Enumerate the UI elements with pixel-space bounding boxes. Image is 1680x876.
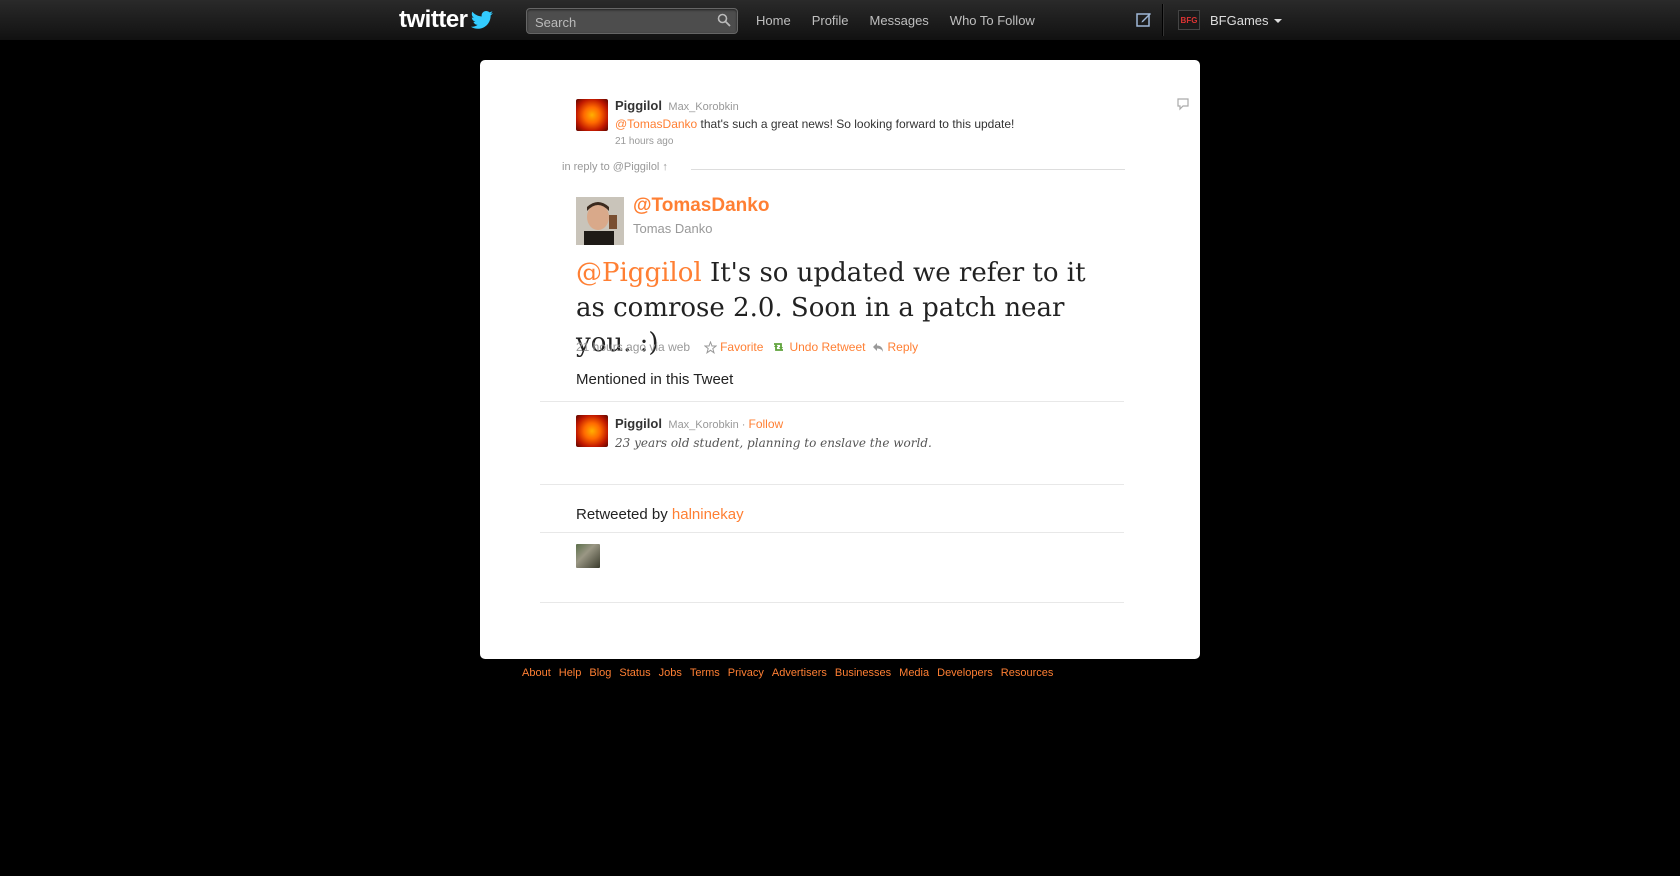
tweet-timestamp[interactable]: 21 hours ago	[615, 136, 1095, 147]
conversation-icon[interactable]	[1176, 97, 1190, 111]
reply-label: Reply	[887, 340, 919, 354]
chevron-down-icon	[1273, 18, 1282, 23]
tweet-actions: 21 hours ago via web Favorite Undo Retwe…	[576, 338, 918, 356]
favorite-label: Favorite	[720, 340, 764, 354]
retweeted-label: Retweeted by	[576, 506, 672, 523]
mentioned-heading: Mentioned in this Tweet	[576, 371, 734, 388]
divider	[540, 532, 1124, 533]
nav-messages[interactable]: Messages	[870, 13, 929, 28]
footer-link-status[interactable]: Status	[619, 667, 650, 679]
follow-button[interactable]: Follow	[749, 417, 784, 431]
nav-home[interactable]: Home	[756, 13, 791, 28]
tweet-author-handle[interactable]: @TomasDanko	[633, 195, 769, 217]
footer-link-developers[interactable]: Developers	[937, 667, 993, 679]
tweet-text: @TomasDanko that's such a great news! So…	[615, 117, 1095, 131]
user-name[interactable]: Piggilol	[615, 416, 662, 431]
compose-tweet-icon[interactable]	[1136, 11, 1152, 27]
tweet-author-name: Tomas Danko	[633, 221, 713, 236]
tweet-text-body: that's such a great news! So looking for…	[697, 117, 1015, 131]
tweet-author-name[interactable]: Piggilol	[615, 98, 662, 113]
footer-link-terms[interactable]: Terms	[690, 667, 720, 679]
footer-link-about[interactable]: About	[522, 667, 551, 679]
divider	[540, 602, 1124, 603]
user-bio: 23 years old student, planning to enslav…	[615, 436, 932, 450]
logo-text: twitter	[399, 6, 468, 33]
search-box[interactable]	[526, 8, 738, 34]
bird-icon	[470, 11, 493, 29]
separator: ·	[738, 419, 749, 431]
retweeted-heading: Retweeted by halninekay	[576, 506, 744, 523]
divider	[540, 401, 1124, 402]
header-divider	[1162, 4, 1164, 36]
main-nav: Home Profile Messages Who To Follow	[756, 0, 1056, 40]
search-icon[interactable]	[717, 13, 731, 27]
avatar[interactable]	[576, 197, 624, 245]
tweet-detail-card: Piggilol Max_Korobkin @TomasDanko that's…	[480, 60, 1200, 659]
divider	[540, 484, 1124, 485]
footer-link-jobs[interactable]: Jobs	[659, 667, 682, 679]
footer-link-help[interactable]: Help	[559, 667, 582, 679]
reply-button[interactable]: Reply	[872, 340, 918, 354]
footer-link-businesses[interactable]: Businesses	[835, 667, 891, 679]
favorite-button[interactable]: Favorite	[704, 340, 763, 354]
nav-profile[interactable]: Profile	[812, 13, 849, 28]
twitter-logo[interactable]: twitter	[399, 6, 494, 34]
reply-icon	[873, 343, 884, 352]
divider	[691, 169, 1125, 170]
avatar-photo	[576, 197, 624, 245]
footer-link-resources[interactable]: Resources	[1001, 667, 1054, 679]
undo-retweet-label: Undo Retweet	[789, 340, 866, 354]
star-icon	[704, 340, 718, 354]
account-name: BFGames	[1210, 12, 1269, 28]
account-avatar: BFG	[1178, 10, 1200, 30]
retweeter-avatar[interactable]	[576, 544, 600, 568]
top-bar: twitter Home Profile Messages Who To Fol…	[0, 0, 1680, 41]
mention-link[interactable]: @Piggilol	[576, 258, 702, 288]
original-tweet-body: Piggilol Max_Korobkin @TomasDanko that's…	[615, 97, 1095, 147]
mentioned-user-body: Piggilol Max_Korobkin · Follow 23 years …	[615, 415, 1115, 450]
search-input[interactable]	[533, 12, 707, 32]
tweet-author-handle: Max_Korobkin	[668, 101, 739, 113]
avatar[interactable]	[576, 99, 608, 131]
footer-link-privacy[interactable]: Privacy	[728, 667, 764, 679]
avatar[interactable]	[576, 415, 608, 447]
retweeter-link[interactable]: halninekay	[672, 506, 744, 523]
undo-retweet-button[interactable]: Undo Retweet	[771, 340, 865, 354]
mention-link[interactable]: @TomasDanko	[615, 117, 697, 131]
retweet-icon	[774, 343, 784, 351]
account-menu[interactable]: BFG BFGames	[1178, 10, 1282, 30]
user-handle: Max_Korobkin	[668, 419, 739, 431]
footer-link-advertisers[interactable]: Advertisers	[772, 667, 827, 679]
footer-links: About Help Blog Status Jobs Terms Privac…	[522, 665, 1061, 681]
nav-who-to-follow[interactable]: Who To Follow	[950, 13, 1035, 28]
in-reply-to-link[interactable]: in reply to @Piggilol ↑	[562, 161, 668, 173]
footer-link-blog[interactable]: Blog	[589, 667, 611, 679]
tweet-timestamp[interactable]: 21 hours ago via web	[576, 340, 690, 354]
footer-link-media[interactable]: Media	[899, 667, 929, 679]
